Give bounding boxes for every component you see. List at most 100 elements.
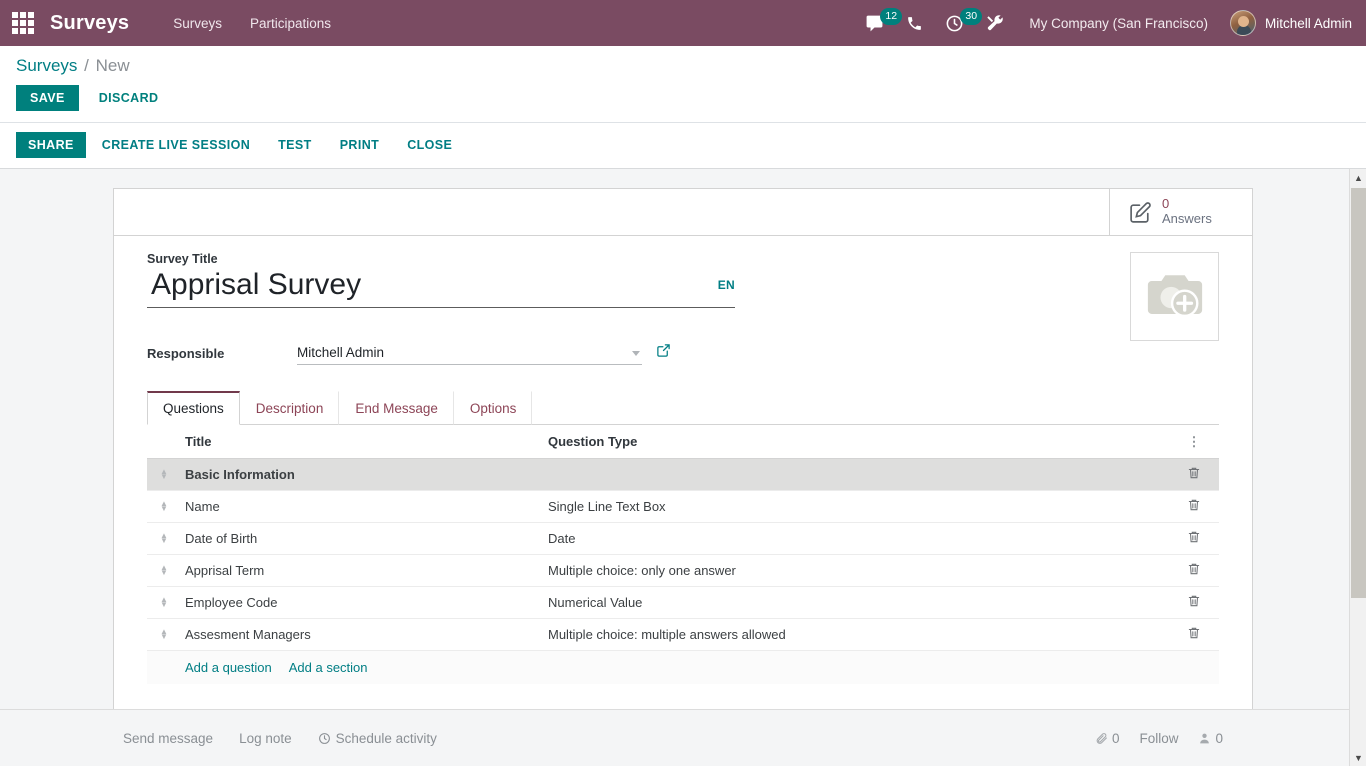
survey-image-upload[interactable] bbox=[1130, 252, 1219, 341]
translation-lang-badge[interactable]: EN bbox=[718, 278, 735, 292]
discard-button[interactable]: DISCARD bbox=[87, 85, 171, 111]
cell-title[interactable]: Name bbox=[185, 490, 548, 523]
cell-question-type[interactable]: Single Line Text Box bbox=[548, 490, 1173, 523]
log-note-button[interactable]: Log note bbox=[239, 731, 292, 746]
app-brand-surveys[interactable]: Surveys bbox=[50, 12, 129, 35]
nav-item-surveys[interactable]: Surveys bbox=[159, 10, 236, 37]
table-row[interactable]: ▲ ▼ Name Single Line Text Box bbox=[147, 490, 1219, 523]
followers-stat[interactable]: 0 bbox=[1198, 731, 1223, 746]
save-button[interactable]: SAVE bbox=[16, 85, 79, 111]
row-drag-handle[interactable]: ▲ ▼ bbox=[147, 458, 185, 491]
activities-button[interactable]: 30 bbox=[934, 0, 983, 46]
cell-question-type[interactable] bbox=[548, 458, 1173, 491]
scroll-down-icon[interactable]: ▼ bbox=[1350, 749, 1366, 766]
row-drag-handle[interactable]: ▲ ▼ bbox=[147, 554, 185, 587]
breadcrumb-surveys[interactable]: Surveys bbox=[16, 56, 77, 75]
row-drag-handle[interactable]: ▲ ▼ bbox=[147, 490, 185, 523]
tab-options[interactable]: Options bbox=[453, 391, 533, 425]
add-a-question-link[interactable]: Add a question bbox=[185, 660, 272, 675]
messages-button[interactable]: 12 bbox=[854, 0, 903, 46]
schedule-activity-label: Schedule activity bbox=[335, 730, 437, 746]
chevron-down-icon[interactable] bbox=[632, 351, 640, 356]
row-drag-handle[interactable]: ▲ ▼ bbox=[147, 586, 185, 619]
cell-title[interactable]: Basic Information bbox=[185, 458, 548, 491]
control-panel: Surveys / New SAVE DISCARD bbox=[0, 46, 1366, 123]
survey-title-block: Survey Title EN bbox=[147, 252, 735, 308]
trash-icon bbox=[1187, 466, 1201, 483]
drag-handle-icon: ▲ ▼ bbox=[160, 627, 168, 641]
paperclip-icon bbox=[1096, 732, 1107, 744]
avatar bbox=[1229, 10, 1256, 36]
add-a-section-link[interactable]: Add a section bbox=[289, 660, 368, 675]
delete-row-button[interactable] bbox=[1173, 554, 1219, 587]
drag-handle-icon: ▲ ▼ bbox=[160, 531, 168, 545]
schedule-activity-button[interactable]: Schedule activity bbox=[318, 731, 437, 746]
create-live-session-button[interactable]: CREATE LIVE SESSION bbox=[90, 132, 262, 158]
follow-button[interactable]: Follow bbox=[1139, 731, 1178, 746]
answers-count: 0 bbox=[1162, 196, 1170, 212]
delete-row-button[interactable] bbox=[1173, 522, 1219, 555]
breadcrumb-current: New bbox=[95, 56, 130, 75]
drag-handle-icon: ▲ ▼ bbox=[160, 595, 168, 609]
followers-count: 0 bbox=[1215, 730, 1223, 746]
debug-tools-button[interactable] bbox=[975, 0, 1015, 46]
apps-grid-icon[interactable] bbox=[10, 10, 36, 36]
action-bar: SHARE CREATE LIVE SESSION TEST PRINT CLO… bbox=[0, 123, 1366, 169]
table-row[interactable]: ▲ ▼ Apprisal Term Multiple choice: only one… bbox=[147, 554, 1219, 587]
attachments-stat[interactable]: 0 bbox=[1095, 730, 1120, 746]
scroll-up-icon[interactable]: ▲ bbox=[1350, 169, 1366, 186]
responsible-input[interactable] bbox=[297, 343, 642, 364]
print-button[interactable]: PRINT bbox=[328, 132, 392, 158]
cell-question-type[interactable]: Numerical Value bbox=[548, 586, 1173, 619]
table-row[interactable]: ▲ ▼ Employee Code Numerical Value bbox=[147, 586, 1219, 619]
systray: 12 30 My Company (San Francisco) Mitchel… bbox=[854, 0, 1352, 46]
cell-title[interactable]: Apprisal Term bbox=[185, 554, 548, 587]
delete-row-button[interactable] bbox=[1173, 618, 1219, 651]
breadcrumb-separator: / bbox=[84, 56, 89, 75]
company-switcher[interactable]: My Company (San Francisco) bbox=[1015, 16, 1222, 31]
test-button[interactable]: TEST bbox=[266, 132, 324, 158]
vertical-scrollbar[interactable]: ▲ ▼ bbox=[1349, 169, 1366, 766]
cell-title[interactable]: Assesment Managers bbox=[185, 618, 548, 651]
tab-questions[interactable]: Questions bbox=[147, 391, 240, 425]
optional-columns-toggle[interactable]: ⋮ bbox=[1173, 425, 1219, 459]
add-row-spacer bbox=[147, 650, 185, 684]
row-drag-handle[interactable]: ▲ ▼ bbox=[147, 618, 185, 651]
close-button[interactable]: CLOSE bbox=[395, 132, 464, 158]
row-drag-handle[interactable]: ▲ ▼ bbox=[147, 522, 185, 555]
cell-question-type[interactable]: Multiple choice: only one answer bbox=[548, 554, 1173, 587]
delete-row-button[interactable] bbox=[1173, 586, 1219, 619]
survey-title-input[interactable] bbox=[147, 267, 735, 308]
drag-handle-icon: ▲ ▼ bbox=[160, 499, 168, 513]
voip-phone-button[interactable] bbox=[895, 0, 934, 46]
table-row[interactable]: ▲ ▼ Date of Birth Date bbox=[147, 522, 1219, 555]
nav-item-participations[interactable]: Participations bbox=[236, 10, 345, 37]
send-message-button[interactable]: Send message bbox=[123, 731, 213, 746]
share-button[interactable]: SHARE bbox=[16, 132, 86, 158]
table-header-row: Title Question Type ⋮ bbox=[147, 425, 1219, 459]
internal-link-icon[interactable] bbox=[656, 343, 671, 365]
attachment-count: 0 bbox=[1111, 730, 1120, 746]
drag-handle-icon: ▲ ▼ bbox=[160, 563, 168, 577]
delete-row-button[interactable] bbox=[1173, 458, 1219, 491]
questions-table-body: ▲ ▼ Basic Information ▲ ▼ Name Single Line Tex… bbox=[147, 458, 1219, 684]
stat-button-box: 0 Answers bbox=[114, 189, 1252, 236]
answers-stat-button[interactable]: 0 Answers bbox=[1109, 189, 1252, 235]
chatter-footer: Send message Log note Schedule activity … bbox=[0, 709, 1366, 766]
tab-description[interactable]: Description bbox=[239, 391, 340, 425]
cell-title[interactable]: Date of Birth bbox=[185, 522, 548, 555]
delete-row-button[interactable] bbox=[1173, 490, 1219, 523]
cell-question-type[interactable]: Multiple choice: multiple answers allowe… bbox=[548, 618, 1173, 651]
breadcrumb: Surveys / New bbox=[0, 55, 1366, 77]
debug-tools-icon bbox=[987, 15, 1004, 31]
table-row[interactable]: ▲ ▼ Assesment Managers Multiple choice: mul… bbox=[147, 618, 1219, 651]
user-menu[interactable]: Mitchell Admin bbox=[1222, 10, 1352, 36]
cell-title[interactable]: Employee Code bbox=[185, 586, 548, 619]
trash-icon bbox=[1187, 498, 1201, 515]
notebook: Questions Description End Message Option… bbox=[147, 391, 1219, 684]
cell-question-type[interactable]: Date bbox=[548, 522, 1173, 555]
tab-end-message[interactable]: End Message bbox=[339, 391, 454, 425]
table-section-row[interactable]: ▲ ▼ Basic Information bbox=[147, 458, 1219, 491]
scrollbar-thumb[interactable] bbox=[1351, 188, 1366, 598]
user-name: Mitchell Admin bbox=[1264, 15, 1352, 31]
